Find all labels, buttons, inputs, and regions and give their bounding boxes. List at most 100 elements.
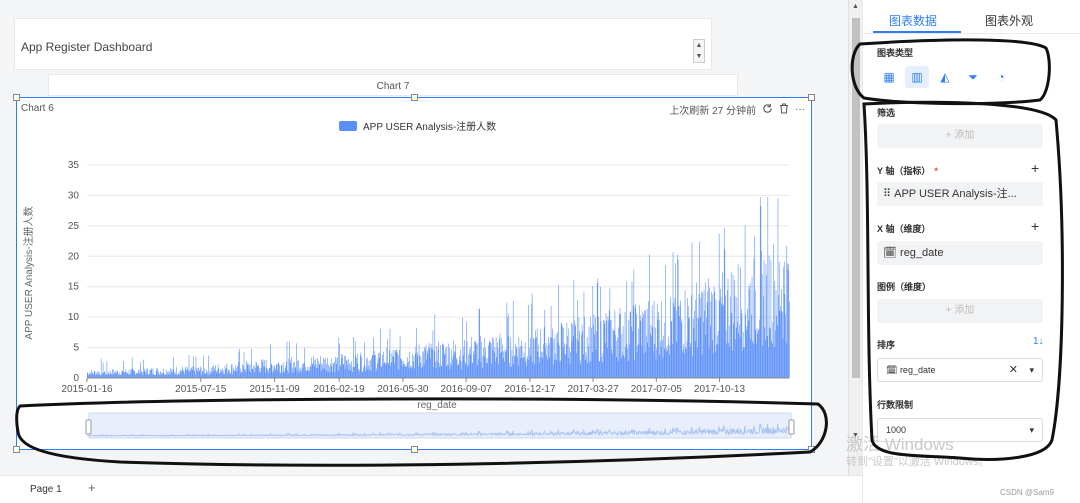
chart6-card[interactable]: Chart 6 上次刷新 27 分钟前 ··· APP USER Analysi… <box>13 94 815 453</box>
bar <box>647 342 649 378</box>
bar <box>474 342 476 378</box>
bar <box>727 289 728 378</box>
filter-add-field[interactable]: + 添加 <box>877 124 1043 148</box>
y-axis-field[interactable]: ⠿ APP USER Analysis-注... <box>877 182 1043 206</box>
data-zoom-right-handle[interactable] <box>788 419 795 435</box>
bar <box>756 328 758 378</box>
title-stepper[interactable]: ▲ ▼ <box>693 39 705 63</box>
bar <box>601 357 602 378</box>
bar <box>590 361 592 378</box>
bar <box>524 342 526 378</box>
bar <box>516 346 517 378</box>
add-y-axis-button[interactable]: + <box>1031 160 1039 176</box>
bar <box>495 337 497 378</box>
bar <box>346 359 348 378</box>
bar <box>510 337 511 378</box>
bar <box>372 355 374 378</box>
add-x-axis-button[interactable]: + <box>1031 218 1039 234</box>
bar <box>354 366 355 378</box>
bar <box>511 349 513 378</box>
add-page-button[interactable]: + <box>88 480 96 495</box>
calendar-icon: 🗓 <box>883 247 901 259</box>
bar <box>741 313 743 378</box>
dashboard-title[interactable]: App Register Dashboard <box>21 40 152 54</box>
bar <box>264 366 266 378</box>
chevron-down-icon[interactable]: ▾ <box>1029 359 1034 381</box>
bar <box>274 368 276 378</box>
stepper-up-icon[interactable]: ▲ <box>694 40 704 51</box>
bar <box>621 334 623 378</box>
bar <box>476 344 477 378</box>
bar <box>742 350 743 378</box>
legend-swatch[interactable] <box>339 121 357 131</box>
bar <box>271 364 273 378</box>
clear-icon[interactable]: ✕ <box>1009 359 1018 381</box>
bar <box>616 357 618 378</box>
bar <box>496 357 498 378</box>
bar <box>762 345 764 378</box>
bar <box>452 355 454 378</box>
x-axis-field[interactable]: 🗓 reg_date <box>877 241 1043 265</box>
dashboard-title-card[interactable]: App Register Dashboard ▲ ▼ <box>14 18 712 70</box>
bar <box>686 341 688 378</box>
bar <box>742 332 744 378</box>
bar <box>626 343 628 378</box>
bar <box>556 360 558 378</box>
scroll-up-icon[interactable]: ▲ <box>852 3 859 10</box>
area-chart-icon[interactable]: ◭ <box>933 66 957 88</box>
tab-chart-style[interactable]: 图表外观 <box>985 12 1033 29</box>
bar <box>546 355 547 378</box>
bar <box>328 364 329 378</box>
bar <box>627 360 629 378</box>
bar <box>735 339 736 378</box>
bar <box>265 359 267 378</box>
bar <box>164 374 166 378</box>
bar <box>753 258 755 378</box>
chevron-down-icon[interactable]: ▾ <box>1029 419 1034 441</box>
tab-chart-data[interactable]: 图表数据 <box>889 12 937 29</box>
bar <box>388 363 389 378</box>
bar <box>602 353 604 378</box>
y-tick-label: 35 <box>68 160 80 171</box>
bar <box>469 347 471 378</box>
legend-label[interactable]: APP USER Analysis-注册人数 <box>363 120 496 133</box>
x-tick-label: 2017-07-05 <box>631 384 683 395</box>
bar <box>488 342 490 378</box>
legend-add-field[interactable]: + 添加 <box>877 299 1043 323</box>
bar <box>579 330 580 378</box>
bar-chart-icon[interactable]: ▥ <box>905 66 929 88</box>
bar <box>591 328 592 378</box>
bar <box>118 374 120 378</box>
bar <box>418 366 419 378</box>
bar <box>208 355 209 378</box>
sort-select[interactable]: 🗓 reg_date ✕ ▾ <box>877 358 1043 382</box>
bar <box>237 365 238 378</box>
legend[interactable]: APP USER Analysis-注册人数 <box>339 120 496 133</box>
chart7-card[interactable]: Chart 7 <box>48 74 738 96</box>
bar <box>527 356 529 378</box>
bar <box>454 351 455 378</box>
bar <box>695 299 697 378</box>
bar <box>517 356 518 378</box>
bar <box>304 347 305 378</box>
bar <box>280 373 281 378</box>
bar <box>737 264 739 378</box>
bar <box>769 327 771 378</box>
data-zoom-left-handle[interactable] <box>85 419 92 435</box>
stepper-down-icon[interactable]: ▼ <box>694 51 704 62</box>
data-zoom-slider[interactable] <box>85 412 795 439</box>
scrollbar-thumb[interactable] <box>852 18 860 378</box>
bar <box>286 361 287 378</box>
sort-order-icon[interactable]: 1↓ <box>1033 336 1044 347</box>
bar <box>193 367 195 378</box>
tab-page-1[interactable]: Page 1 <box>18 480 74 502</box>
bar <box>758 328 760 378</box>
filter-label: 筛选 <box>877 108 896 118</box>
bar <box>636 351 638 378</box>
funnel-icon[interactable]: ⏷ <box>961 66 985 88</box>
pie-chart-icon[interactable]: ◔ <box>989 66 1013 88</box>
canvas-scrollbar[interactable]: ▲ ▼ <box>848 0 862 475</box>
bar <box>306 370 307 378</box>
table-icon[interactable]: ▦ <box>877 66 901 88</box>
bar <box>744 347 745 378</box>
